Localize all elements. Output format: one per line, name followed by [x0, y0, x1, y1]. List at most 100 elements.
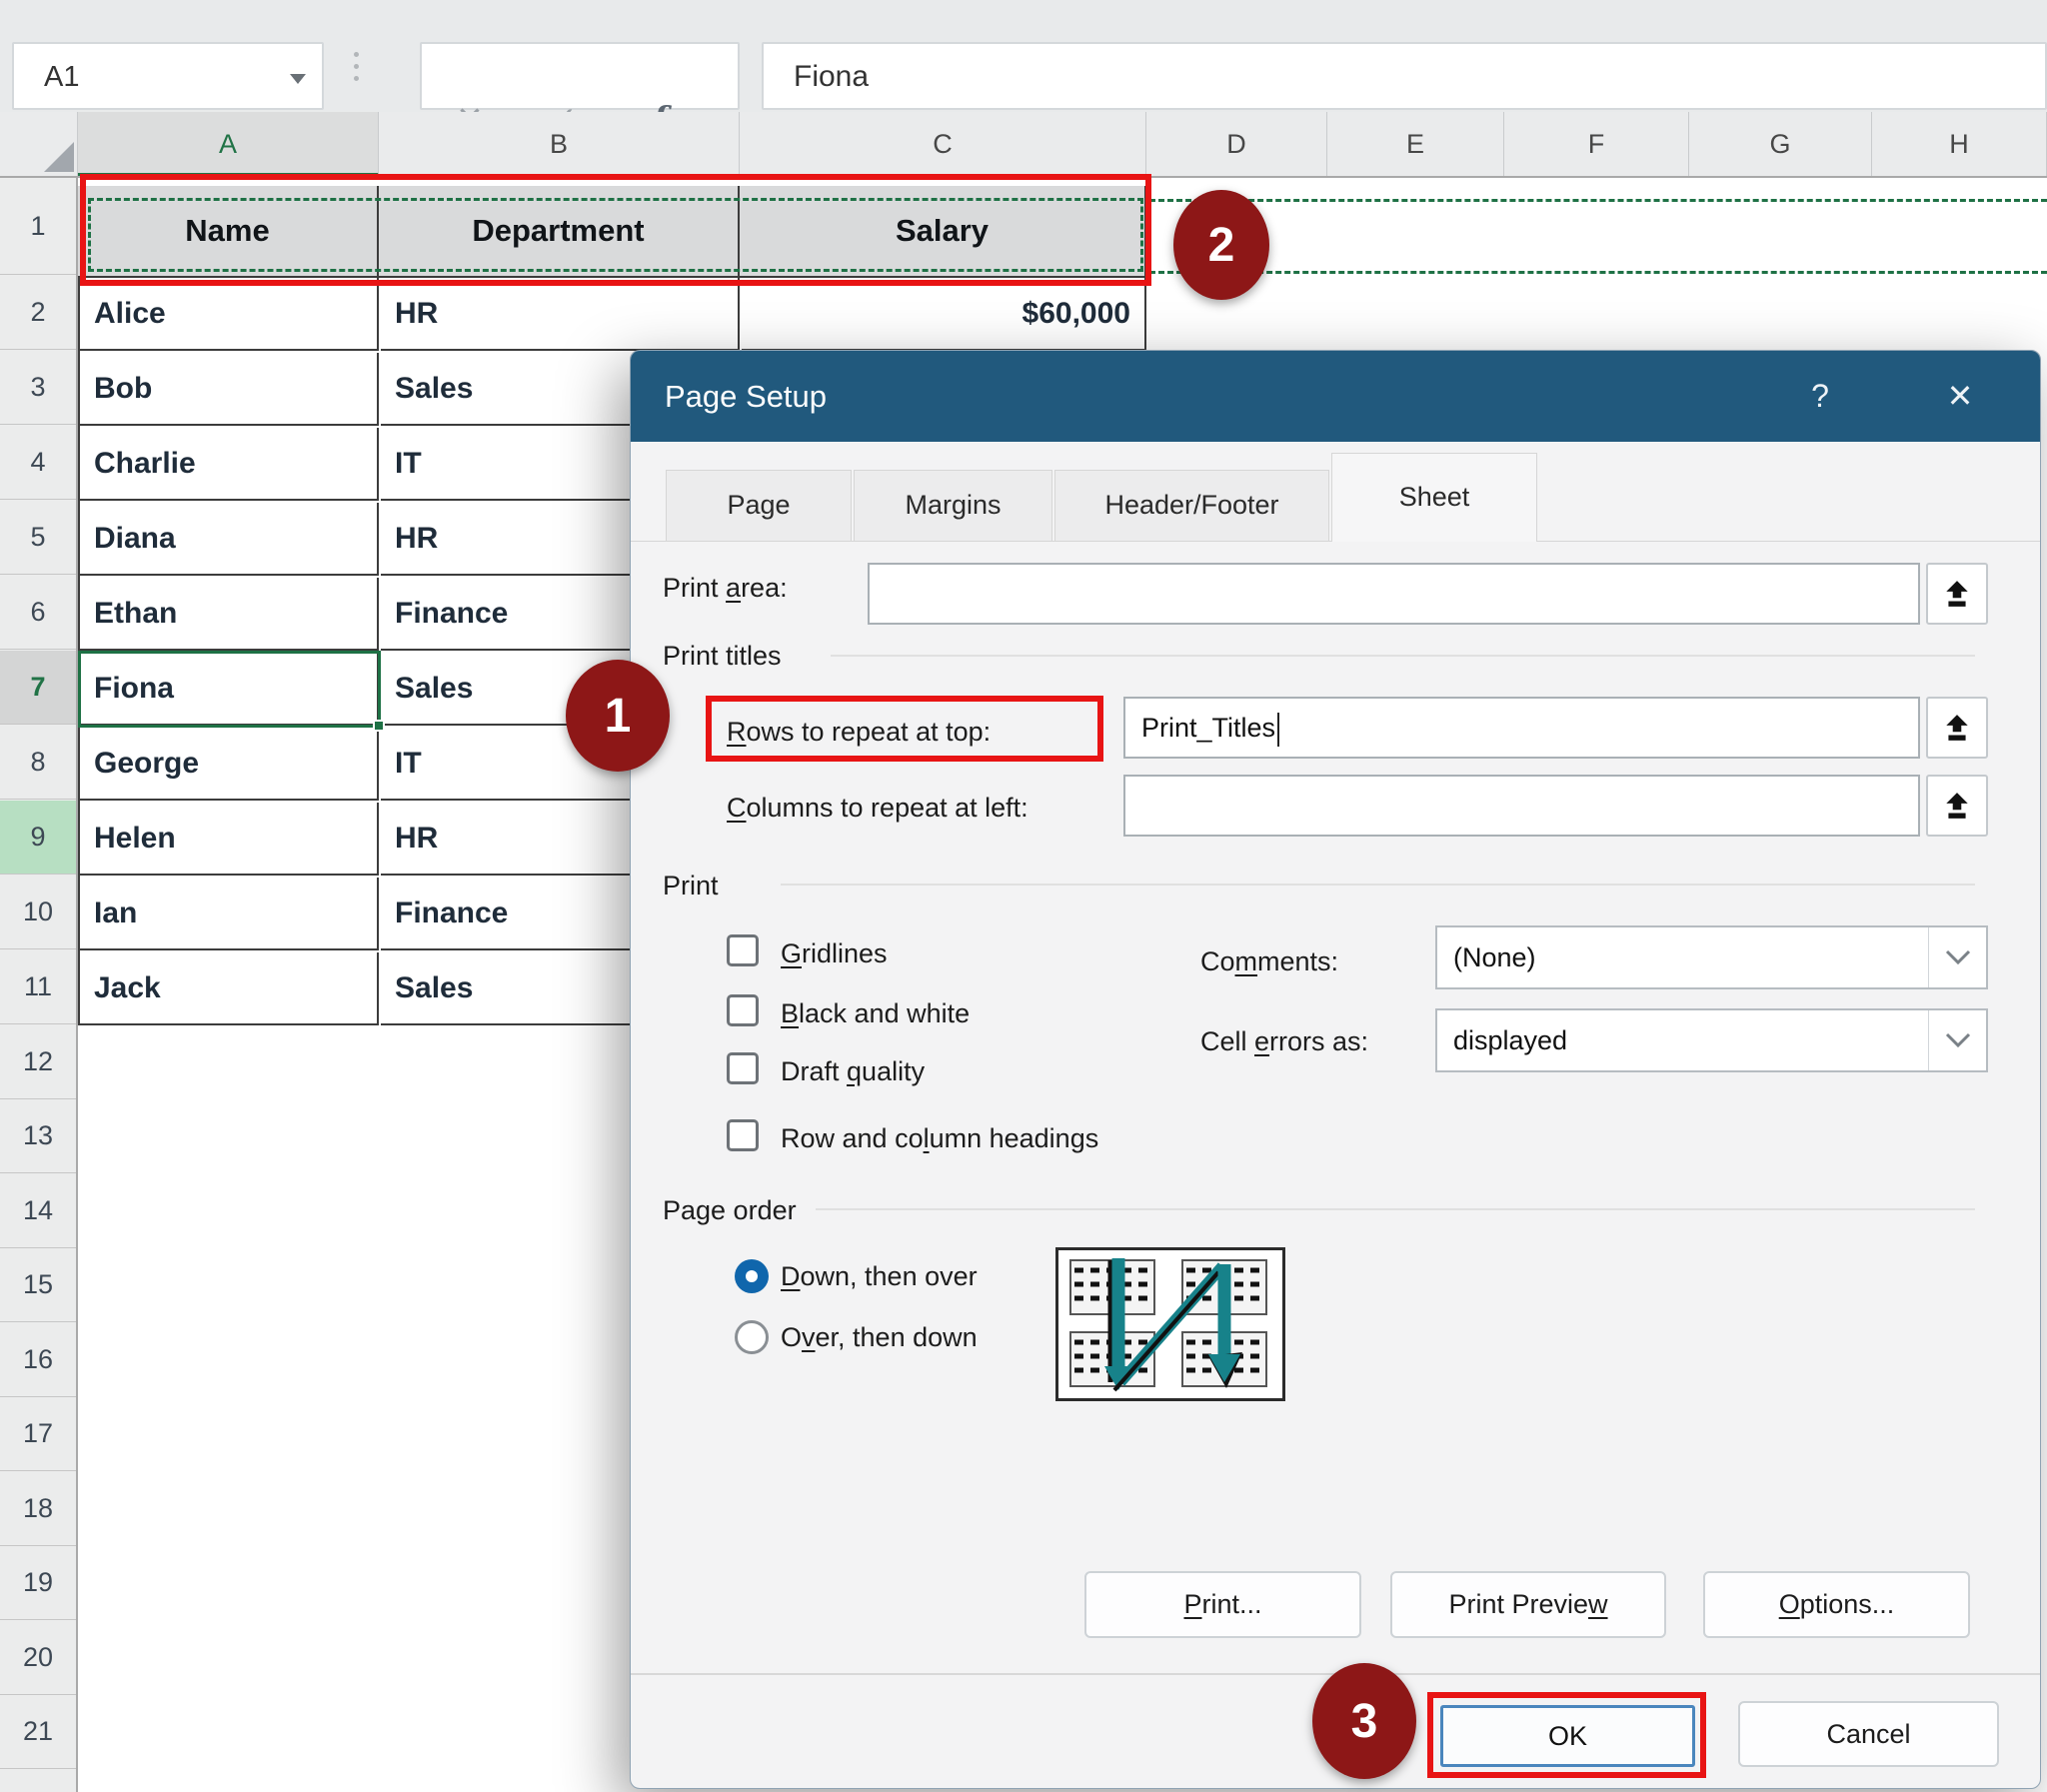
cell-A8[interactable]: George: [80, 728, 379, 801]
row-header-13[interactable]: 13: [0, 1100, 76, 1174]
row-header-21[interactable]: 21: [0, 1696, 76, 1770]
rows-repeat-input[interactable]: Print_Titles: [1123, 697, 1920, 759]
cell-A5[interactable]: Diana: [80, 503, 379, 576]
column-header-C[interactable]: C: [740, 112, 1146, 176]
cols-repeat-label: Columns to repeat at left:: [727, 793, 1028, 824]
gridlines-label: Gridlines: [781, 938, 888, 969]
tab-page[interactable]: Page: [666, 470, 852, 541]
rows-repeat-collapse-button[interactable]: [1926, 697, 1988, 759]
row-header-15[interactable]: 15: [0, 1249, 76, 1323]
formula-bar-value: Fiona: [794, 44, 869, 112]
chevron-down-icon[interactable]: [1928, 927, 1986, 987]
row-header-20[interactable]: 20: [0, 1621, 76, 1695]
column-header-A[interactable]: A: [78, 112, 379, 176]
annotation-badge-1: 1: [566, 660, 670, 772]
dialog-close-icon[interactable]: ✕: [1925, 351, 1995, 442]
over-then-down-radio[interactable]: [735, 1320, 769, 1354]
draft-quality-label: Draft quality: [781, 1056, 925, 1087]
toolbar-separator-dots-icon: [352, 52, 360, 92]
column-header-E[interactable]: E: [1327, 112, 1504, 176]
page-setup-dialog: Page Setup ? ✕ Page Margins Header/Foote…: [630, 350, 2041, 1789]
tab-header-footer[interactable]: Header/Footer: [1054, 470, 1329, 541]
cols-repeat-collapse-button[interactable]: [1926, 775, 1988, 837]
gridlines-checkbox[interactable]: [727, 934, 759, 966]
cell-errors-dropdown[interactable]: displayed: [1435, 1008, 1988, 1072]
row-col-headings-label: Row and column headings: [781, 1123, 1098, 1154]
print-preview-button[interactable]: Print Preview: [1390, 1571, 1666, 1638]
row-header-12[interactable]: 12: [0, 1025, 76, 1099]
row-header-11[interactable]: 11: [0, 950, 76, 1024]
collapse-dialog-icon: [1942, 579, 1972, 609]
down-then-over-label: Down, then over: [781, 1261, 978, 1292]
column-headers: ABCDEFGH: [0, 112, 2047, 178]
cell-A2[interactable]: Alice: [80, 278, 379, 351]
options-button[interactable]: Options...: [1703, 1571, 1970, 1638]
black-and-white-label: Black and white: [781, 998, 970, 1029]
formula-bar[interactable]: Fiona: [762, 42, 2047, 110]
print-area-collapse-button[interactable]: [1926, 563, 1988, 625]
cell-A11[interactable]: Jack: [80, 952, 379, 1025]
annotation-rect-header-row: [80, 174, 1151, 286]
cell-A4[interactable]: Charlie: [80, 428, 379, 501]
print-group-label: Print: [663, 871, 719, 901]
print-area-label: Print area:: [663, 573, 788, 604]
row-header-3[interactable]: 3: [0, 351, 76, 425]
down-then-over-radio[interactable]: [735, 1259, 769, 1293]
row-header-1[interactable]: 1: [0, 178, 76, 275]
annotation-rect-ok: [1427, 1692, 1706, 1778]
cell-B2[interactable]: HR: [381, 278, 740, 351]
cell-A6[interactable]: Ethan: [80, 578, 379, 651]
name-box-dropdown-icon[interactable]: [290, 74, 306, 84]
row-header-19[interactable]: 19: [0, 1547, 76, 1621]
row-header-14[interactable]: 14: [0, 1174, 76, 1248]
dialog-help-icon[interactable]: ?: [1785, 351, 1855, 442]
cancel-button[interactable]: Cancel: [1738, 1701, 1999, 1767]
row-header-8[interactable]: 8: [0, 726, 76, 800]
column-header-H[interactable]: H: [1872, 112, 2047, 176]
active-cell-selection: [78, 651, 381, 728]
column-header-F[interactable]: F: [1504, 112, 1689, 176]
column-header-B[interactable]: B: [379, 112, 740, 176]
cell-C2[interactable]: $60,000: [742, 278, 1146, 351]
print-titles-group-label: Print titles: [663, 641, 782, 672]
name-box[interactable]: A1: [12, 42, 324, 110]
tab-sheet[interactable]: Sheet: [1331, 453, 1537, 542]
print-area-input[interactable]: [868, 563, 1920, 625]
row-headers: 123456789101112131415161718192021: [0, 178, 78, 1792]
row-header-10[interactable]: 10: [0, 876, 76, 949]
column-header-D[interactable]: D: [1146, 112, 1327, 176]
draft-quality-checkbox[interactable]: [727, 1052, 759, 1084]
comments-label: Comments:: [1200, 946, 1338, 977]
row-header-9[interactable]: 9: [0, 801, 76, 875]
print-button[interactable]: Print...: [1084, 1571, 1361, 1638]
page-order-group-label: Page order: [663, 1195, 797, 1226]
row-header-18[interactable]: 18: [0, 1472, 76, 1546]
select-all-triangle-icon: [44, 142, 74, 172]
row-header-6[interactable]: 6: [0, 576, 76, 650]
tab-margins[interactable]: Margins: [854, 470, 1052, 541]
dialog-titlebar[interactable]: Page Setup ? ✕: [631, 351, 2040, 442]
row-header-5[interactable]: 5: [0, 501, 76, 575]
select-all-corner[interactable]: [0, 112, 78, 176]
row-header-16[interactable]: 16: [0, 1323, 76, 1397]
collapse-dialog-icon: [1942, 791, 1972, 821]
row-header-17[interactable]: 17: [0, 1398, 76, 1472]
dialog-title: Page Setup: [665, 351, 827, 442]
cell-A10[interactable]: Ian: [80, 878, 379, 950]
cell-A3[interactable]: Bob: [80, 353, 379, 426]
annotation-rect-rows-repeat: [706, 696, 1103, 762]
comments-dropdown[interactable]: (None): [1435, 925, 1988, 989]
cols-repeat-input[interactable]: [1123, 775, 1920, 837]
cell-errors-label: Cell errors as:: [1200, 1026, 1368, 1057]
column-header-G[interactable]: G: [1689, 112, 1872, 176]
black-and-white-checkbox[interactable]: [727, 994, 759, 1026]
name-box-value: A1: [44, 44, 79, 112]
row-header-4[interactable]: 4: [0, 426, 76, 500]
row-header-2[interactable]: 2: [0, 276, 76, 350]
row-col-headings-checkbox[interactable]: [727, 1119, 759, 1151]
fill-handle[interactable]: [373, 720, 385, 732]
chevron-down-icon[interactable]: [1928, 1010, 1986, 1070]
row-header-7[interactable]: 7: [0, 651, 76, 725]
page-order-group-line: [816, 1208, 1975, 1210]
cell-A9[interactable]: Helen: [80, 803, 379, 876]
